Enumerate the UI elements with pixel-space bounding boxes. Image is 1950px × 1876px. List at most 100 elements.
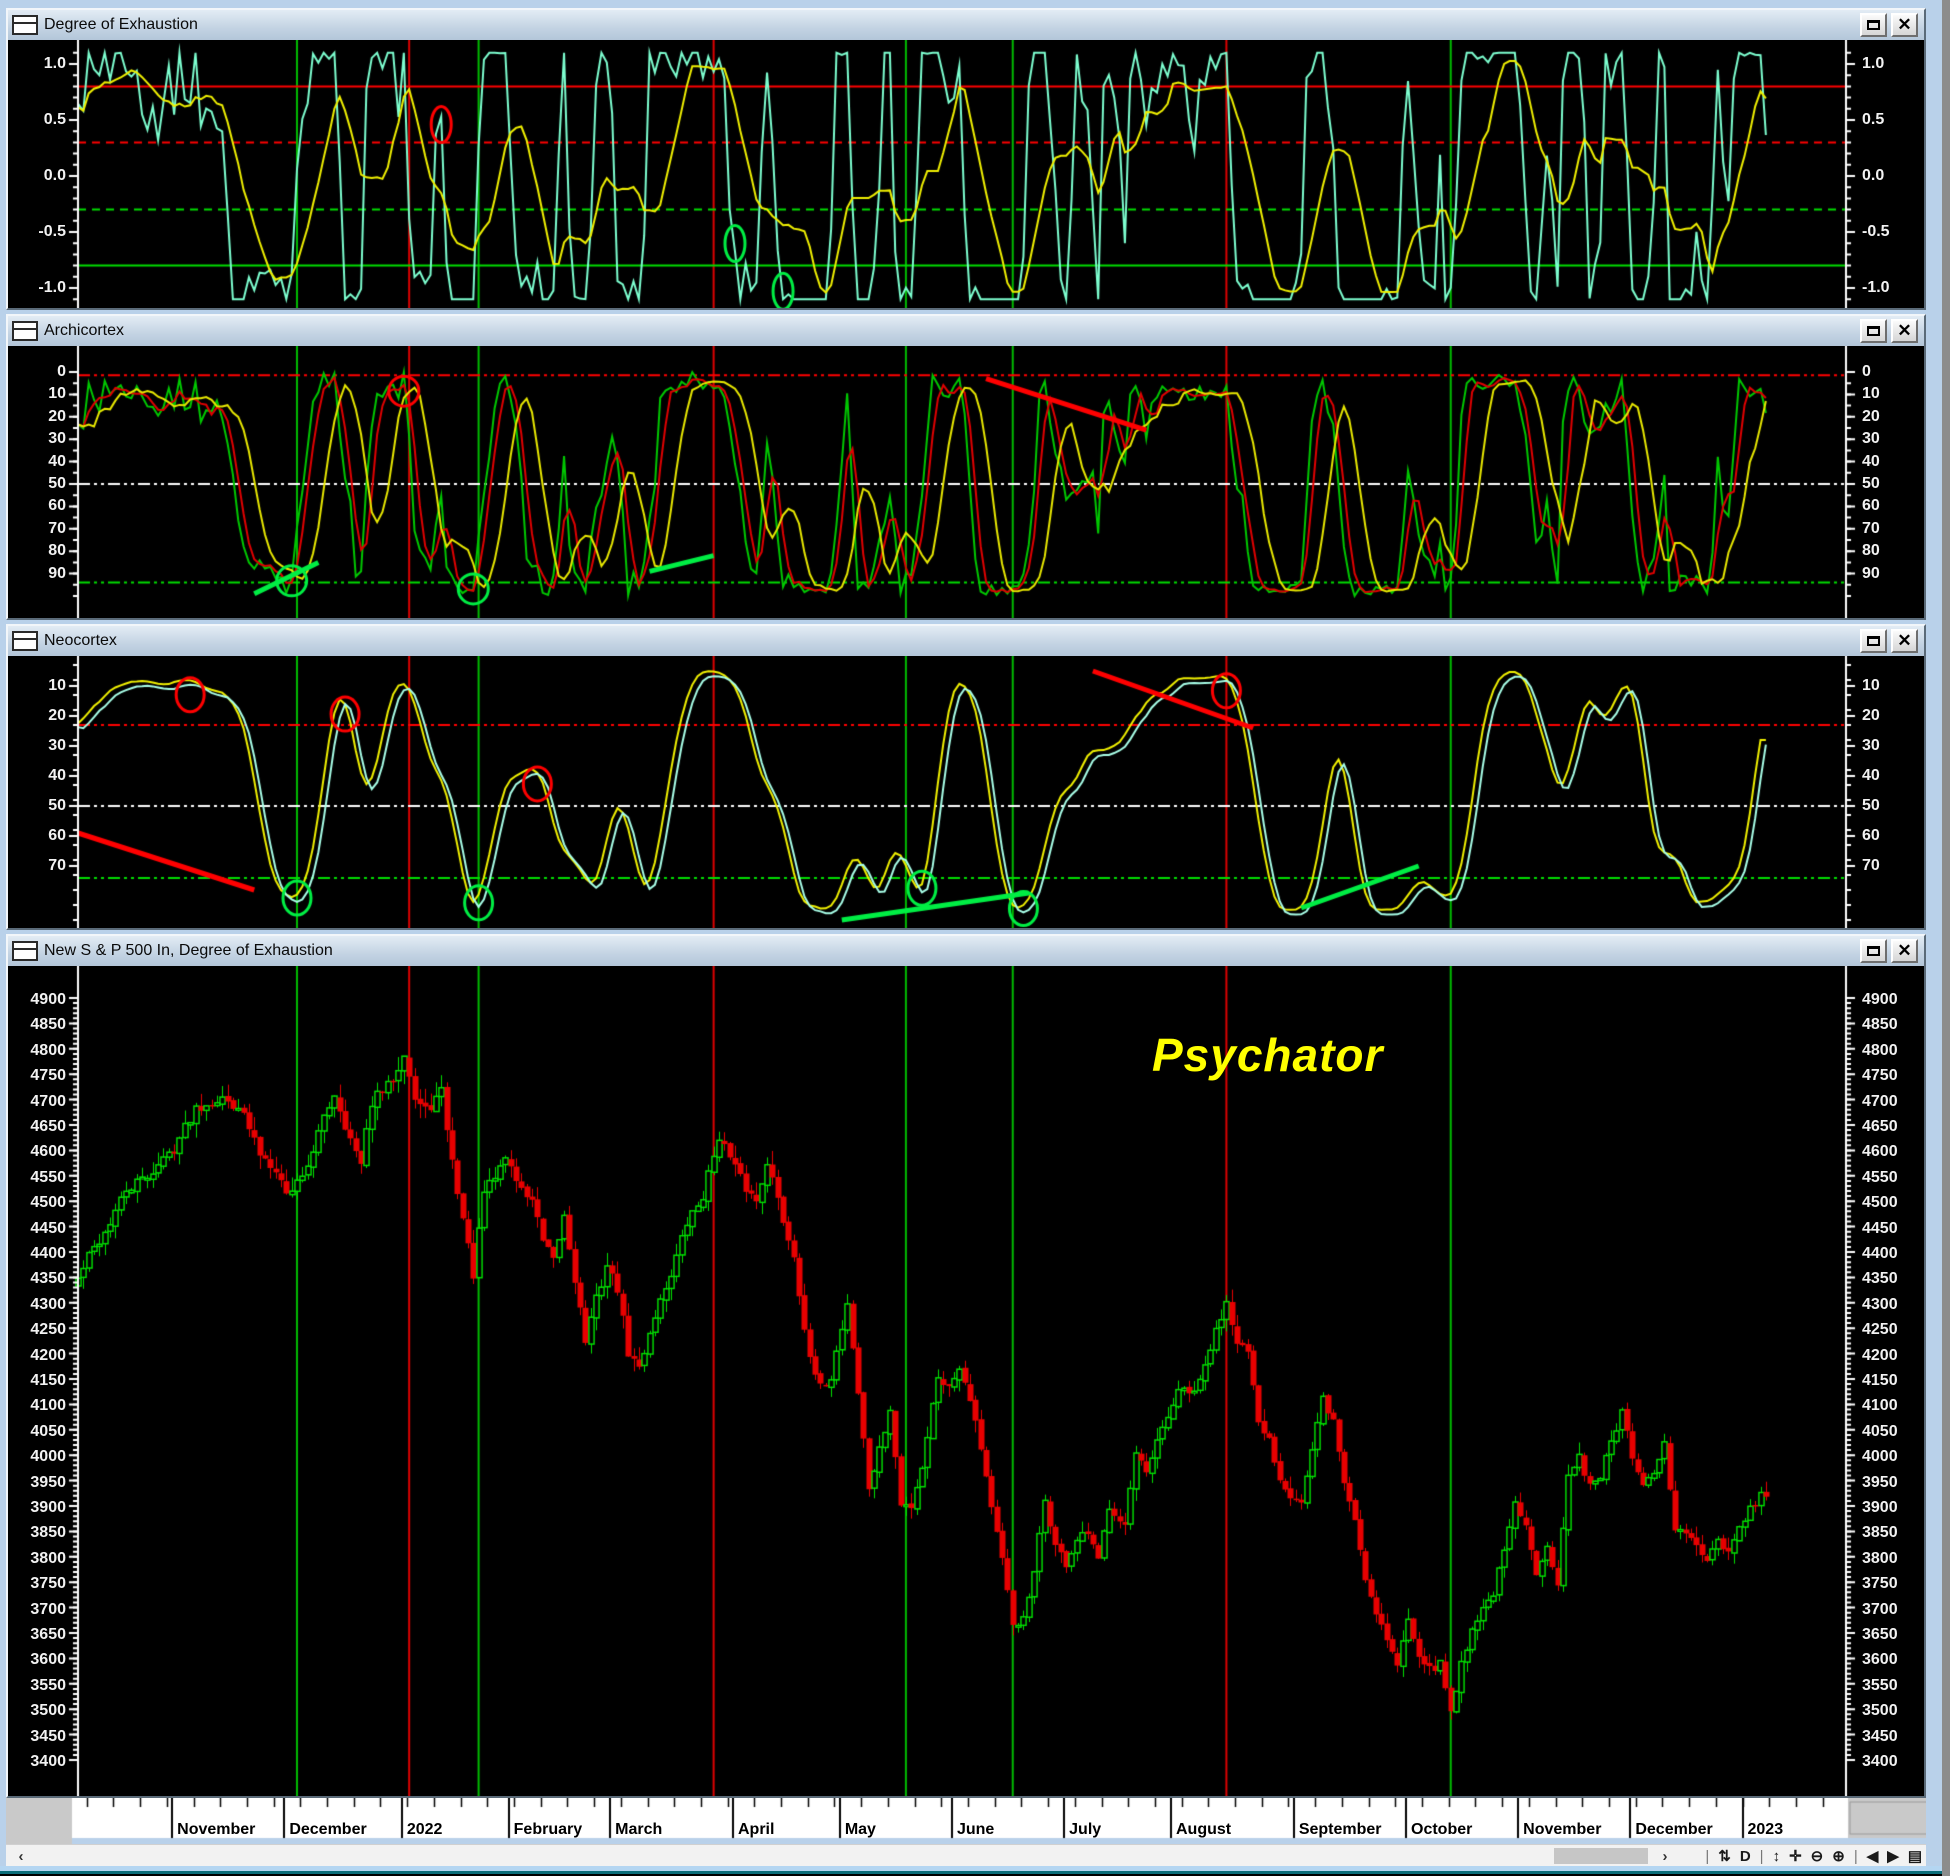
time-axis-month-label: December [289, 1821, 366, 1839]
y-axis-tick-label: 3600 [1862, 1652, 1932, 1668]
panel-title: Neocortex [44, 632, 117, 650]
y-axis-tick-label: 20 [1862, 409, 1932, 425]
time-axis-month-label: March [615, 1821, 662, 1839]
panel-titlebar[interactable]: Neocortex ✕ [8, 626, 1924, 657]
y-axis-tick-label: 4400 [12, 1246, 66, 1262]
y-axis-tick-label: 60 [12, 498, 66, 514]
y-axis-tick-label: 3750 [1862, 1576, 1932, 1592]
y-axis-tick-label: -1.0 [12, 280, 66, 296]
panel-degree-of-exhaustion: Degree of Exhaustion ✕ 1.01.00.50.50.00.… [6, 8, 1926, 310]
y-axis-tick-label: 4750 [1862, 1068, 1932, 1084]
sp500-candlestick-plot[interactable] [8, 966, 1924, 1796]
time-axis: NovemberDecember2022FebruaryMarchAprilMa… [6, 1798, 1926, 1844]
maximize-button[interactable] [1860, 319, 1887, 343]
maximize-button[interactable] [1860, 13, 1887, 37]
y-axis-tick-label: 80 [1862, 543, 1932, 559]
y-axis-tick-label: 4900 [12, 992, 66, 1008]
y-axis-tick-label: 40 [12, 454, 66, 470]
y-axis-tick-label: 10 [1862, 386, 1932, 402]
y-axis-tick-label: 4350 [12, 1271, 66, 1287]
neocortex-oscillator-plot[interactable] [8, 656, 1924, 928]
zoom-vertical-icon[interactable]: ↕ [1773, 1848, 1781, 1865]
toolbar-separator: | [1705, 1848, 1709, 1865]
close-button[interactable]: ✕ [1891, 13, 1918, 37]
y-axis-tick-label: 4850 [12, 1017, 66, 1033]
y-axis-tick-label: -0.5 [12, 224, 66, 240]
panel-titlebar[interactable]: Archicortex ✕ [8, 316, 1924, 347]
y-axis-tick-label: 3450 [1862, 1729, 1932, 1745]
y-axis-tick-label: 3750 [12, 1576, 66, 1592]
y-axis-tick-label: 4500 [12, 1195, 66, 1211]
y-axis-tick-label: 4400 [1862, 1246, 1932, 1262]
y-axis-tick-label: 4900 [1862, 992, 1932, 1008]
y-axis-tick-label: 4000 [1862, 1449, 1932, 1465]
page-left-icon[interactable]: ◀ [1867, 1847, 1879, 1865]
panel-titlebar[interactable]: Degree of Exhaustion ✕ [8, 10, 1924, 41]
periodicity-daily-icon[interactable]: D [1740, 1848, 1751, 1865]
y-axis-tick-label: 30 [1862, 738, 1932, 754]
y-axis-tick-label: 4200 [1862, 1348, 1932, 1364]
y-axis-tick-label: 4700 [12, 1094, 66, 1110]
y-axis-tick-label: 30 [12, 431, 66, 447]
time-axis-month-label: September [1299, 1821, 1382, 1839]
y-axis-tick-label: 1.0 [12, 56, 66, 72]
y-axis-tick-label: 3850 [1862, 1525, 1932, 1541]
desktop-edge [1942, 0, 1950, 1876]
time-axis-month-label: November [177, 1821, 255, 1839]
horizontal-scrollbar[interactable]: ‹ › |⇅D|↕✛⊖⊕|◀▶▤ [6, 1844, 1926, 1867]
y-axis-tick-label: 3400 [1862, 1754, 1932, 1770]
y-axis-tick-label: 4150 [12, 1373, 66, 1389]
close-button[interactable]: ✕ [1891, 629, 1918, 653]
close-icon: ✕ [1897, 942, 1911, 959]
window-menu-icon[interactable] [12, 15, 38, 35]
scroll-left-arrow[interactable]: ‹ [10, 1845, 32, 1867]
time-axis-month-label: August [1176, 1821, 1231, 1839]
time-axis-month-label: June [957, 1821, 994, 1839]
y-axis-tick-label: 4500 [1862, 1195, 1932, 1211]
y-axis-tick-label: 3600 [12, 1652, 66, 1668]
y-axis-tick-label: 70 [1862, 521, 1932, 537]
time-axis-month-label: 2022 [407, 1821, 443, 1839]
y-axis-tick-label: 0.0 [1862, 168, 1932, 184]
y-axis-tick-label: 3650 [12, 1627, 66, 1643]
page-right-icon[interactable]: ▶ [1887, 1847, 1899, 1865]
panel-titlebar[interactable]: New S & P 500 In, Degree of Exhaustion ✕ [8, 936, 1924, 967]
exhaustion-oscillator-plot[interactable] [8, 40, 1924, 308]
y-axis-tick-label: 4600 [1862, 1144, 1932, 1160]
time-axis-month-label: May [845, 1821, 876, 1839]
refresh-icon[interactable]: ⇅ [1718, 1847, 1731, 1865]
y-axis-tick-label: 70 [1862, 858, 1932, 874]
panel-neocortex: Neocortex ✕ 1010202030304040505060607070 [6, 624, 1926, 930]
maximize-icon [1867, 20, 1880, 30]
zoom-in-icon[interactable]: ⊕ [1832, 1847, 1845, 1865]
maximize-button[interactable] [1860, 629, 1887, 653]
y-axis-tick-label: 4200 [12, 1348, 66, 1364]
y-axis-tick-label: 4050 [12, 1424, 66, 1440]
y-axis-tick-label: 3800 [1862, 1551, 1932, 1567]
zoom-out-icon[interactable]: ⊖ [1811, 1847, 1824, 1865]
scrollbar-thumb[interactable] [1554, 1848, 1648, 1864]
archicortex-stochastic-plot[interactable] [8, 346, 1924, 618]
y-axis-tick-label: 3550 [1862, 1678, 1932, 1694]
y-axis-tick-label: 3700 [1862, 1602, 1932, 1618]
y-axis-tick-label: 20 [1862, 708, 1932, 724]
window-menu-icon[interactable] [12, 631, 38, 651]
data-window-icon[interactable]: ▤ [1908, 1847, 1922, 1865]
y-axis-tick-label: 3450 [12, 1729, 66, 1745]
y-axis-tick-label: 10 [12, 386, 66, 402]
y-axis-tick-label: 4250 [1862, 1322, 1932, 1338]
maximize-button[interactable] [1860, 939, 1887, 963]
maximize-icon [1867, 636, 1880, 646]
y-axis-tick-label: 4650 [1862, 1119, 1932, 1135]
close-button[interactable]: ✕ [1891, 319, 1918, 343]
window-menu-icon[interactable] [12, 321, 38, 341]
pan-icon[interactable]: ✛ [1789, 1847, 1802, 1865]
y-axis-tick-label: 3900 [1862, 1500, 1932, 1516]
window-menu-icon[interactable] [12, 941, 38, 961]
y-axis-tick-label: 90 [1862, 566, 1932, 582]
y-axis-tick-label: 50 [12, 798, 66, 814]
close-button[interactable]: ✕ [1891, 939, 1918, 963]
scroll-right-arrow[interactable]: › [1654, 1845, 1676, 1867]
time-axis-month-label: July [1069, 1821, 1101, 1839]
y-axis-tick-label: 90 [12, 566, 66, 582]
